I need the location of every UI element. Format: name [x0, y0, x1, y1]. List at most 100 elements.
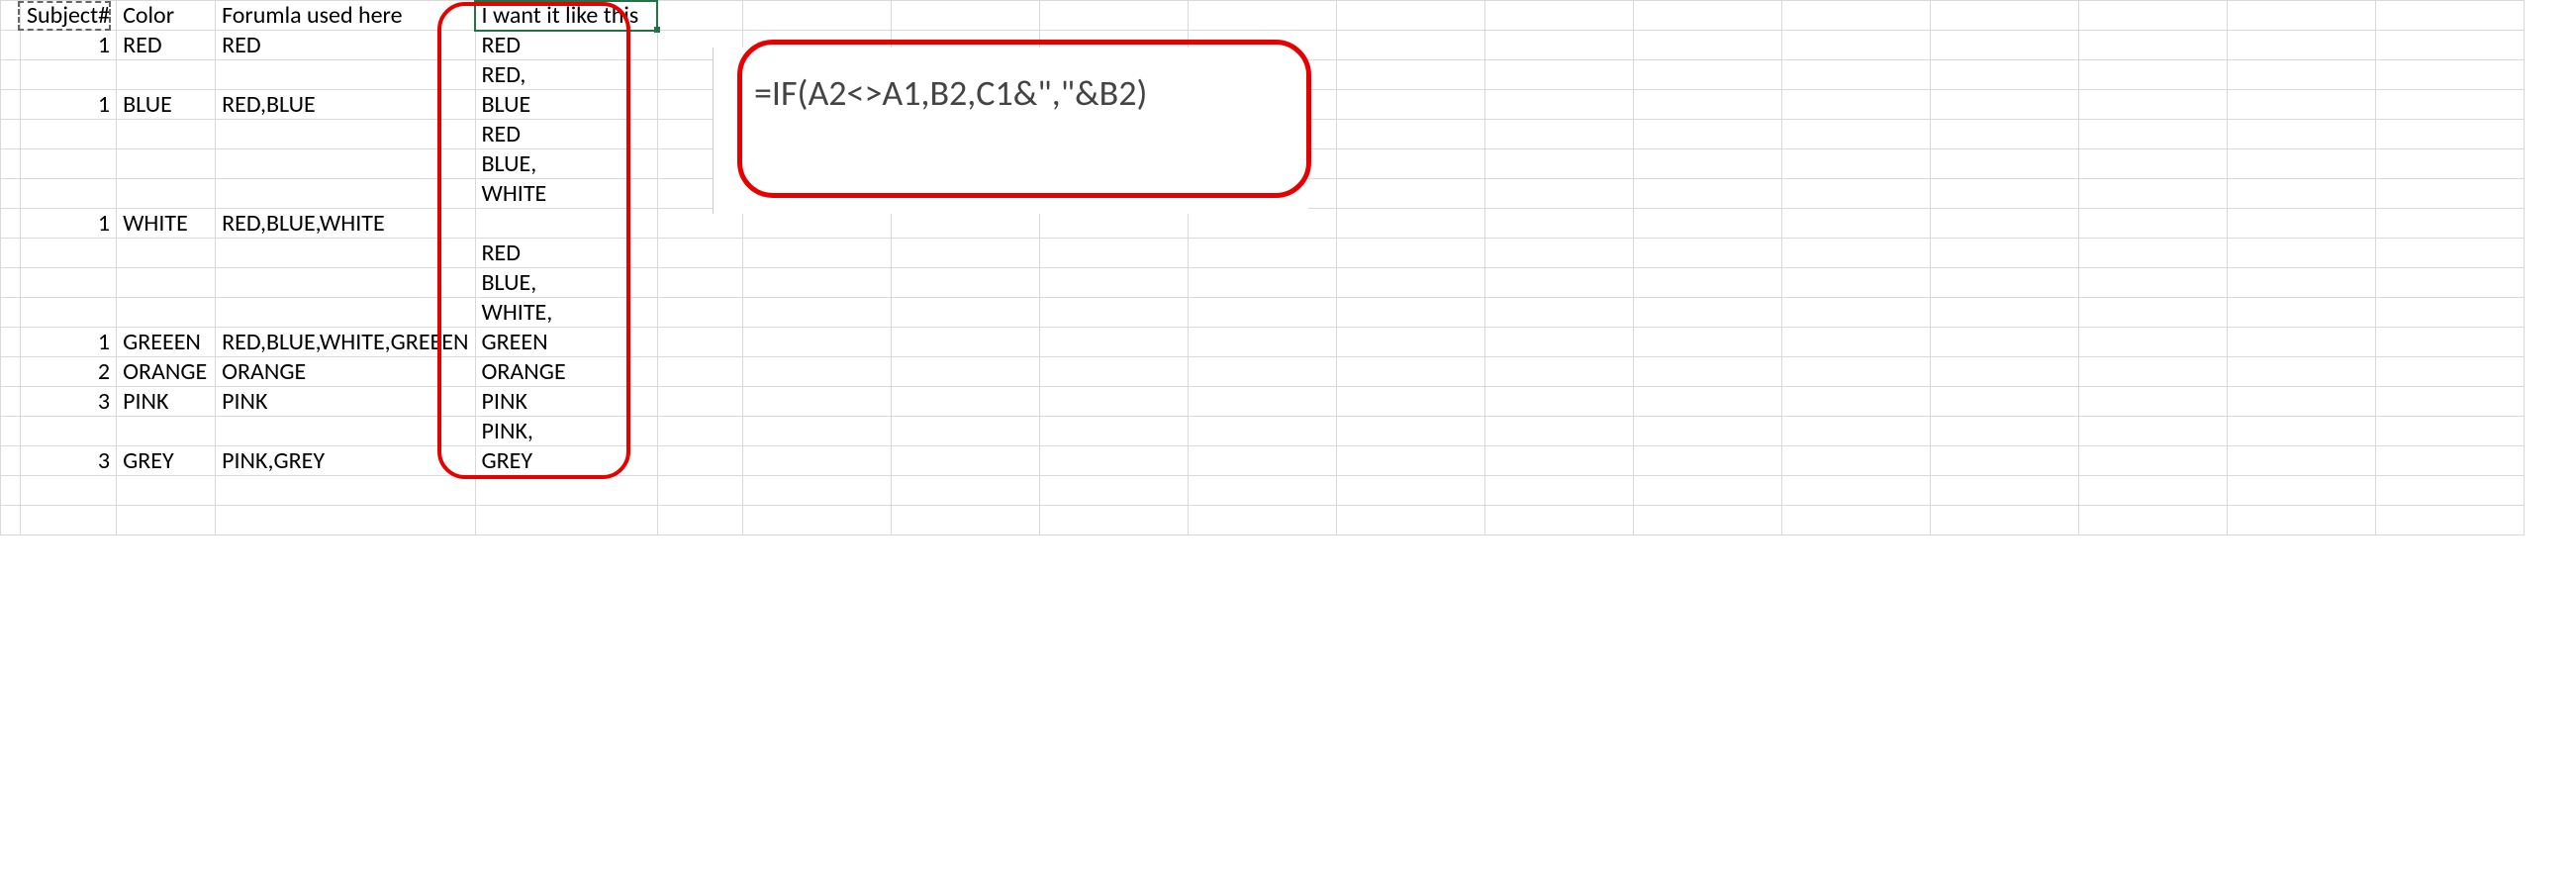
- cell-color[interactable]: PINK: [117, 387, 216, 417]
- cell[interactable]: [742, 417, 891, 446]
- cell-subject[interactable]: 1: [21, 209, 117, 239]
- cell[interactable]: [742, 1, 891, 31]
- cell[interactable]: [1930, 446, 2078, 476]
- cell[interactable]: [1633, 179, 1781, 209]
- cell[interactable]: [1484, 506, 1633, 535]
- cell[interactable]: [1633, 1, 1781, 31]
- cell[interactable]: [1781, 209, 1930, 239]
- cell[interactable]: [1633, 209, 1781, 239]
- cell[interactable]: [2227, 209, 2375, 239]
- row-header[interactable]: [1, 179, 21, 209]
- cell-want-like-this[interactable]: [475, 476, 657, 506]
- cell[interactable]: [1484, 268, 1633, 298]
- cell[interactable]: [1039, 328, 1188, 357]
- cell[interactable]: [2375, 239, 2524, 268]
- cell[interactable]: [1781, 1, 1930, 31]
- cell[interactable]: [742, 239, 891, 268]
- cell[interactable]: [1930, 120, 2078, 149]
- cell[interactable]: [1781, 31, 1930, 60]
- cell[interactable]: [891, 476, 1039, 506]
- cell[interactable]: [1781, 476, 1930, 506]
- cell[interactable]: [1781, 328, 1930, 357]
- cell[interactable]: [1781, 298, 1930, 328]
- cell-formula-used[interactable]: [216, 476, 475, 506]
- cell[interactable]: [2078, 387, 2227, 417]
- cell[interactable]: [1336, 31, 1484, 60]
- cell[interactable]: [891, 1, 1039, 31]
- cell[interactable]: [657, 417, 742, 446]
- row-header[interactable]: [1, 476, 21, 506]
- cell-formula-used[interactable]: PINK,GREY: [216, 446, 475, 476]
- row-header[interactable]: [1, 446, 21, 476]
- cell-formula-used[interactable]: ORANGE: [216, 357, 475, 387]
- cell[interactable]: [2078, 506, 2227, 535]
- cell[interactable]: [1484, 1, 1633, 31]
- cell-color[interactable]: ORANGE: [117, 357, 216, 387]
- cell-subject[interactable]: [21, 60, 117, 90]
- cell[interactable]: [1930, 328, 2078, 357]
- cell-subject[interactable]: [21, 298, 117, 328]
- cell[interactable]: [2078, 179, 2227, 209]
- cell[interactable]: [657, 506, 742, 535]
- cell[interactable]: [742, 328, 891, 357]
- cell[interactable]: [2375, 417, 2524, 446]
- cell[interactable]: [891, 268, 1039, 298]
- cell[interactable]: [1336, 417, 1484, 446]
- cell-want-like-this[interactable]: [475, 506, 657, 535]
- cell[interactable]: [1039, 357, 1188, 387]
- cell[interactable]: [2375, 209, 2524, 239]
- row-header[interactable]: [1, 149, 21, 179]
- cell[interactable]: [891, 446, 1039, 476]
- cell[interactable]: [1633, 149, 1781, 179]
- cell-want-like-this[interactable]: PINK: [475, 387, 657, 417]
- cell[interactable]: [1930, 298, 2078, 328]
- cell[interactable]: [1336, 268, 1484, 298]
- cell[interactable]: [1039, 506, 1188, 535]
- cell[interactable]: [1039, 268, 1188, 298]
- cell[interactable]: [2375, 328, 2524, 357]
- cell-color[interactable]: [117, 60, 216, 90]
- cell-subject[interactable]: [21, 120, 117, 149]
- cell[interactable]: [1781, 179, 1930, 209]
- cell-formula-used[interactable]: [216, 506, 475, 535]
- cell-want-like-this[interactable]: ORANGE: [475, 357, 657, 387]
- cell[interactable]: [1336, 120, 1484, 149]
- cell[interactable]: [657, 476, 742, 506]
- cell-want-like-this[interactable]: RED: [475, 239, 657, 268]
- cell[interactable]: [1484, 417, 1633, 446]
- cell[interactable]: [1484, 239, 1633, 268]
- cell-color[interactable]: BLUE: [117, 90, 216, 120]
- cell-subject[interactable]: [21, 179, 117, 209]
- cell[interactable]: [657, 268, 742, 298]
- cell[interactable]: [1633, 60, 1781, 90]
- cell[interactable]: [657, 239, 742, 268]
- formula-bar-text[interactable]: =IF(A2<>A1,B2,C1&","&B2): [754, 71, 1147, 115]
- cell[interactable]: [1188, 268, 1336, 298]
- cell[interactable]: [1484, 179, 1633, 209]
- cell[interactable]: [2375, 149, 2524, 179]
- cell[interactable]: [2227, 446, 2375, 476]
- header-color[interactable]: Color: [117, 1, 216, 31]
- cell[interactable]: [2227, 239, 2375, 268]
- cell-want-like-this[interactable]: WHITE,: [475, 298, 657, 328]
- row-header[interactable]: [1, 357, 21, 387]
- cell[interactable]: [1336, 209, 1484, 239]
- cell[interactable]: [2375, 506, 2524, 535]
- cell[interactable]: [1781, 417, 1930, 446]
- cell-want-like-this[interactable]: BLUE,: [475, 268, 657, 298]
- cell[interactable]: [1188, 476, 1336, 506]
- cell[interactable]: [1336, 149, 1484, 179]
- cell-subject[interactable]: 2: [21, 357, 117, 387]
- cell-subject[interactable]: [21, 476, 117, 506]
- cell[interactable]: [891, 328, 1039, 357]
- cell[interactable]: [2227, 328, 2375, 357]
- cell[interactable]: [2078, 357, 2227, 387]
- cell-formula-used[interactable]: PINK: [216, 387, 475, 417]
- cell[interactable]: [891, 387, 1039, 417]
- cell[interactable]: [1781, 149, 1930, 179]
- cell-want-like-this[interactable]: BLUE: [475, 90, 657, 120]
- cell[interactable]: [1781, 506, 1930, 535]
- cell-formula-used[interactable]: [216, 120, 475, 149]
- cell[interactable]: [1930, 239, 2078, 268]
- cell[interactable]: [1188, 1, 1336, 31]
